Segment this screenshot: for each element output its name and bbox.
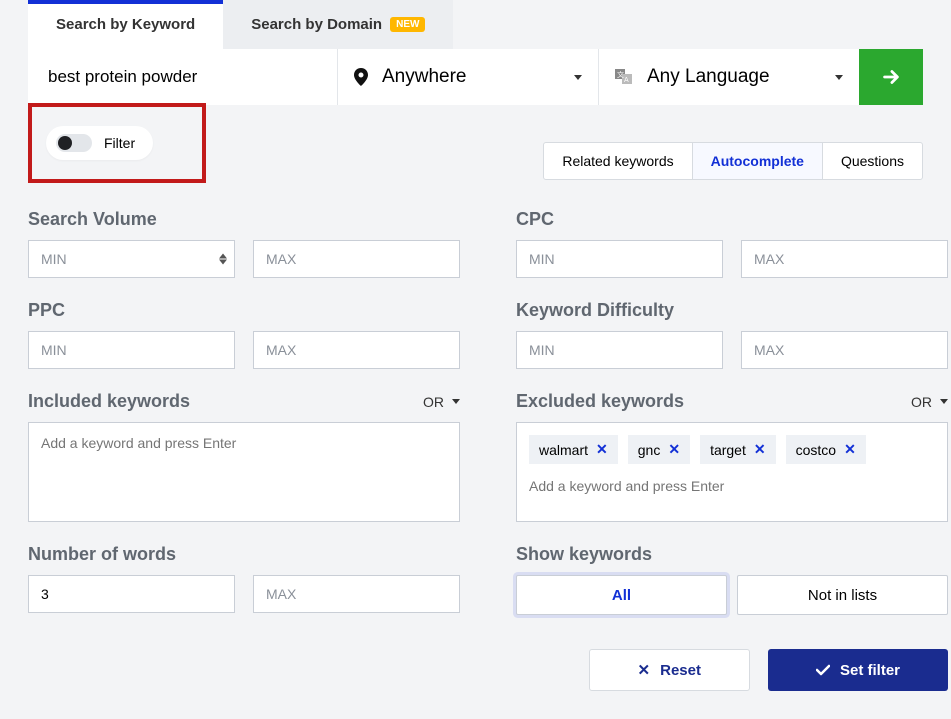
label-text: Excluded keywords <box>516 391 684 412</box>
field-label: CPC <box>516 209 948 230</box>
show-kw-all[interactable]: All <box>516 575 727 615</box>
excluded-keywords-group: Excluded keywords OR walmart ✕ gnc ✕ targe… <box>516 391 948 522</box>
search-volume-min[interactable] <box>28 240 235 278</box>
location-label: Anywhere <box>382 66 560 88</box>
field-label: Keyword Difficulty <box>516 300 948 321</box>
search-volume-max[interactable] <box>253 240 460 278</box>
kd-group: Keyword Difficulty <box>516 300 948 369</box>
excluded-tag: costco ✕ <box>786 435 866 464</box>
chevron-down-icon <box>940 399 948 404</box>
check-icon <box>816 664 830 676</box>
excluded-tag: gnc ✕ <box>628 435 690 464</box>
tab-questions[interactable]: Questions <box>823 143 922 179</box>
ppc-group: PPC <box>28 300 460 369</box>
tab-label: Search by Keyword <box>56 16 195 33</box>
included-match-mode[interactable]: OR <box>423 394 460 410</box>
included-keywords-input[interactable] <box>28 422 460 522</box>
svg-text:文: 文 <box>617 70 624 79</box>
show-kw-not-in-lists[interactable]: Not in lists <box>737 575 948 615</box>
language-select[interactable]: 文A Any Language <box>599 49 859 105</box>
remove-tag-icon[interactable]: ✕ <box>844 441 856 458</box>
filter-toggle[interactable]: Filter <box>46 126 153 160</box>
tag-text: target <box>710 442 746 458</box>
x-icon: ✕ <box>638 661 651 679</box>
reset-button[interactable]: ✕ Reset <box>589 649 750 691</box>
excluded-tag: target ✕ <box>700 435 776 464</box>
included-keywords-group: Included keywords OR <box>28 391 460 522</box>
chevron-down-icon <box>574 75 582 80</box>
location-select[interactable]: Anywhere <box>338 49 598 105</box>
or-text: OR <box>423 394 444 410</box>
kd-min[interactable] <box>516 331 723 369</box>
toggle-knob <box>58 136 72 150</box>
language-label: Any Language <box>647 66 821 88</box>
excluded-tag: walmart ✕ <box>529 435 618 464</box>
remove-tag-icon[interactable]: ✕ <box>754 441 766 458</box>
tab-label: Search by Domain <box>251 16 382 33</box>
cpc-min[interactable] <box>516 240 723 278</box>
search-mode-tabs: Search by Keyword Search by Domain NEW <box>28 0 923 49</box>
filters-left-column: Search Volume PPC Included <box>28 209 460 691</box>
stepper-icon[interactable] <box>219 254 227 265</box>
num-words-min[interactable] <box>28 575 235 613</box>
label-text: Included keywords <box>28 391 190 412</box>
tag-text: gnc <box>638 442 661 458</box>
excluded-keywords-input[interactable]: walmart ✕ gnc ✕ target ✕ costco ✕ <box>516 422 948 522</box>
field-label: Excluded keywords OR <box>516 391 948 412</box>
field-label: Included keywords OR <box>28 391 460 412</box>
tab-related-keywords[interactable]: Related keywords <box>544 143 692 179</box>
ppc-min[interactable] <box>28 331 235 369</box>
filter-toggle-highlight: Filter <box>28 103 206 183</box>
tab-search-keyword[interactable]: Search by Keyword <box>28 0 223 49</box>
field-label: Number of words <box>28 544 460 565</box>
excluded-kw-field[interactable] <box>529 478 935 494</box>
num-words-max[interactable] <box>253 575 460 613</box>
included-kw-field[interactable] <box>41 435 447 451</box>
toggle-track <box>56 134 92 152</box>
ppc-max[interactable] <box>253 331 460 369</box>
or-text: OR <box>911 394 932 410</box>
tag-text: walmart <box>539 442 588 458</box>
action-row: ✕ Reset Set filter <box>516 649 948 691</box>
set-filter-button[interactable]: Set filter <box>768 649 948 691</box>
chevron-down-icon <box>835 75 843 80</box>
excluded-match-mode[interactable]: OR <box>911 394 948 410</box>
tab-search-domain[interactable]: Search by Domain NEW <box>223 0 453 49</box>
field-label: Show keywords <box>516 544 948 565</box>
cpc-group: CPC <box>516 209 948 278</box>
chevron-down-icon <box>452 399 460 404</box>
button-label: Set filter <box>840 662 900 679</box>
search-volume-group: Search Volume <box>28 209 460 278</box>
excluded-tags: walmart ✕ gnc ✕ target ✕ costco ✕ <box>529 435 935 464</box>
kd-max[interactable] <box>741 331 948 369</box>
map-pin-icon <box>354 68 368 86</box>
keyword-input[interactable] <box>28 49 337 105</box>
filters-panel: Search Volume PPC Included <box>28 209 923 691</box>
arrow-right-icon <box>880 66 902 88</box>
num-words-group: Number of words <box>28 544 460 613</box>
filter-toggle-label: Filter <box>104 135 135 151</box>
field-label: Search Volume <box>28 209 460 230</box>
result-type-tabs: Related keywords Autocomplete Questions <box>543 142 923 180</box>
svg-text:A: A <box>624 77 629 84</box>
filters-right-column: CPC Keyword Difficulty Excluded keywords <box>516 209 948 691</box>
remove-tag-icon[interactable]: ✕ <box>596 441 608 458</box>
tab-autocomplete[interactable]: Autocomplete <box>693 143 823 179</box>
remove-tag-icon[interactable]: ✕ <box>668 441 680 458</box>
search-button[interactable] <box>859 49 923 105</box>
field-label: PPC <box>28 300 460 321</box>
cpc-max[interactable] <box>741 240 948 278</box>
new-badge: NEW <box>390 17 425 32</box>
show-keywords-group: Show keywords All Not in lists <box>516 544 948 615</box>
button-label: Reset <box>660 662 701 679</box>
search-row: Anywhere 文A Any Language <box>28 49 923 105</box>
tag-text: costco <box>796 442 836 458</box>
language-icon: 文A <box>615 69 633 85</box>
